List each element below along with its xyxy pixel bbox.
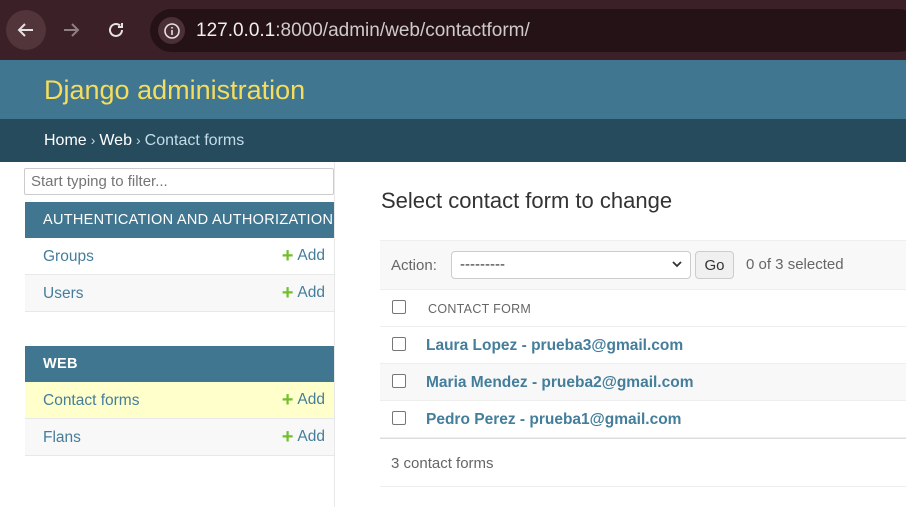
breadcrumb-separator: › (135, 132, 141, 148)
breadcrumb-home[interactable]: Home (44, 132, 87, 149)
back-button[interactable] (6, 10, 46, 50)
actions-bar: Action: --------- Go 0 of 3 selected (380, 240, 906, 290)
selected-count: 0 of 3 selected (746, 256, 844, 273)
table-row: Laura Lopez - prueba3@gmail.com (380, 327, 906, 364)
add-flan-link[interactable]: + Add (281, 426, 325, 448)
plus-icon: + (281, 389, 294, 411)
select-all-checkbox[interactable] (392, 300, 406, 314)
plus-icon: + (281, 426, 294, 448)
action-label: Action: (391, 257, 437, 274)
row-checkbox[interactable] (392, 374, 406, 388)
url-path: :8000/admin/web/contactform/ (275, 20, 530, 41)
sidebar-item-groups: Groups + Add (25, 238, 334, 275)
plus-icon: + (281, 245, 294, 267)
site-info-icon[interactable] (158, 17, 185, 44)
forward-button[interactable] (51, 10, 91, 50)
nav-filter-input[interactable] (24, 168, 334, 195)
row-link[interactable]: Maria Mendez - prueba2@gmail.com (426, 374, 693, 392)
breadcrumb-current: Contact forms (144, 132, 245, 149)
url-text: 127.0.0.1:8000/admin/web/contactform/ (196, 20, 530, 42)
chevron-down-icon (672, 261, 682, 268)
app-caption-auth[interactable]: AUTHENTICATION AND AUTHORIZATION (25, 202, 334, 238)
sidebar-item-flans-link[interactable]: Flans (43, 429, 81, 447)
add-contact-form-link[interactable]: + Add (281, 389, 325, 411)
site-header: Django administration (0, 60, 906, 119)
table-row: Pedro Perez - prueba1@gmail.com (380, 401, 906, 438)
site-name-link[interactable]: Django administration (44, 75, 305, 106)
add-label: Add (297, 247, 325, 264)
table-header: CONTACT FORM (380, 290, 906, 327)
column-header-contact-form[interactable]: CONTACT FORM (428, 302, 531, 316)
sidebar-item-groups-link[interactable]: Groups (43, 248, 94, 266)
plus-icon: + (281, 282, 294, 304)
row-link[interactable]: Pedro Perez - prueba1@gmail.com (426, 411, 681, 429)
add-group-link[interactable]: + Add (281, 245, 325, 267)
action-select[interactable]: --------- (451, 251, 691, 279)
nav-sidebar: AUTHENTICATION AND AUTHORIZATION Groups … (24, 162, 335, 507)
reload-icon (109, 22, 123, 37)
sidebar-item-flans: Flans + Add (25, 419, 334, 456)
address-bar[interactable]: 127.0.0.1:8000/admin/web/contactform/ (150, 9, 906, 52)
row-checkbox[interactable] (392, 337, 406, 351)
breadcrumb: Home › Web › Contact forms (0, 119, 906, 162)
add-label: Add (297, 284, 325, 301)
paginator: 3 contact forms (380, 438, 906, 487)
row-checkbox[interactable] (392, 411, 406, 425)
url-host: 127.0.0.1 (196, 20, 276, 41)
go-button[interactable]: Go (695, 251, 734, 279)
action-select-value: --------- (460, 256, 505, 273)
sidebar-item-users: Users + Add (25, 275, 334, 312)
arrow-right-icon (64, 23, 80, 37)
page-title: Select contact form to change (381, 188, 673, 213)
result-list: CONTACT FORM Laura Lopez - prueba3@gmail… (380, 290, 906, 438)
row-link[interactable]: Laura Lopez - prueba3@gmail.com (426, 337, 683, 355)
sidebar-item-users-link[interactable]: Users (43, 285, 83, 303)
add-label: Add (297, 391, 325, 408)
reload-button[interactable] (96, 10, 136, 50)
table-row: Maria Mendez - prueba2@gmail.com (380, 364, 906, 401)
sidebar-item-contact-forms: Contact forms + Add (25, 382, 334, 419)
add-user-link[interactable]: + Add (281, 282, 325, 304)
result-count: 3 contact forms (391, 455, 494, 472)
browser-toolbar: 127.0.0.1:8000/admin/web/contactform/ (0, 0, 906, 60)
breadcrumb-separator: › (90, 132, 96, 148)
app-caption-web[interactable]: WEB (25, 346, 334, 382)
sidebar-item-contact-forms-link[interactable]: Contact forms (43, 392, 139, 410)
arrow-left-icon (17, 23, 33, 37)
breadcrumb-web[interactable]: Web (99, 132, 132, 149)
add-label: Add (297, 428, 325, 445)
